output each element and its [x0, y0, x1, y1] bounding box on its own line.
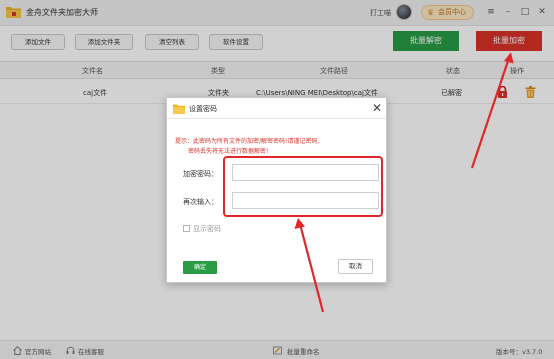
show-password-checkbox[interactable] — [183, 225, 190, 232]
cancel-button[interactable]: 取消 — [338, 259, 373, 274]
password-label: 加密密码： — [183, 170, 218, 178]
password-input[interactable] — [232, 164, 379, 181]
set-password-dialog: 设置密码 ✕ 提示：此密码为所有文件的加密/解密密码!请谨记密码, 密码丢失将无… — [166, 97, 387, 283]
dialog-header: 设置密码 ✕ — [167, 98, 386, 119]
dialog-close-icon[interactable]: ✕ — [370, 100, 384, 116]
password-hint-line2: 密码丢失将无法进行数据解密! — [188, 148, 269, 155]
confirm-password-label: 再次输入： — [183, 198, 218, 206]
ok-button[interactable]: 确定 — [183, 261, 217, 274]
folder-icon — [173, 104, 185, 114]
confirm-password-input[interactable] — [232, 192, 379, 209]
password-hint-line1: 提示：此密码为所有文件的加密/解密密码!请谨记密码, — [175, 138, 320, 145]
dialog-title: 设置密码 — [189, 105, 217, 113]
show-password-label: 显示密码 — [193, 225, 221, 233]
